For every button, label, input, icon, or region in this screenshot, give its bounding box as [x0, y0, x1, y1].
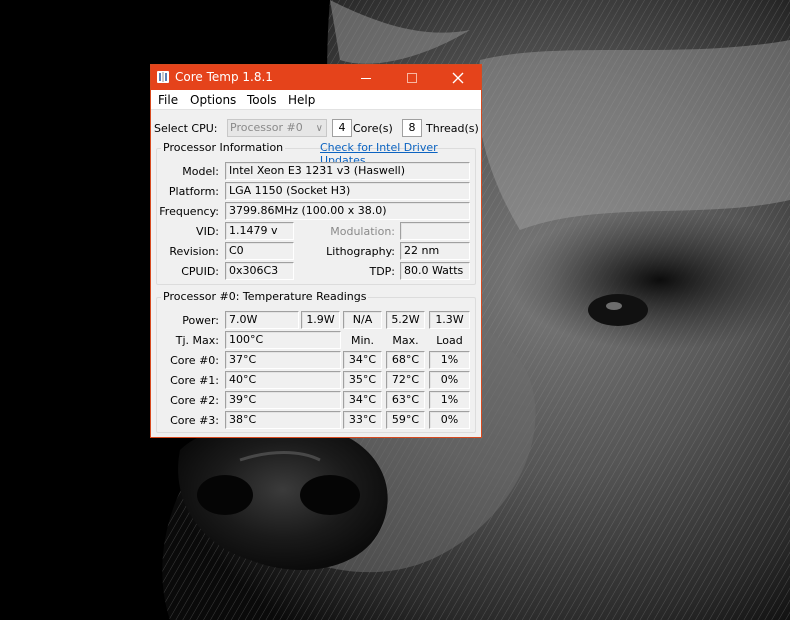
close-icon [452, 72, 464, 84]
core-label: Core #2: [170, 394, 219, 407]
threads-label: Thread(s) [426, 122, 479, 135]
close-button[interactable] [435, 65, 481, 90]
tdp-value: 80.0 Watts [400, 262, 470, 280]
maximize-button[interactable] [389, 65, 435, 90]
core-load: 0% [429, 371, 470, 389]
minimize-icon [361, 78, 371, 79]
power-gpu: 1.3W [429, 311, 470, 329]
core-load: 1% [429, 391, 470, 409]
core-label: Core #1: [170, 374, 219, 387]
minimize-button[interactable] [343, 65, 389, 90]
core-label: Core #3: [170, 414, 219, 427]
core-min: 34°C [343, 391, 382, 409]
cpu-select[interactable]: Processor #0 ∨ [227, 119, 327, 137]
threads-count: 8 [402, 119, 422, 137]
power-dram: 5.2W [386, 311, 425, 329]
select-cpu-label: Select CPU: [154, 122, 218, 135]
lithography-value: 22 nm [400, 242, 470, 260]
menu-options[interactable]: Options [190, 93, 236, 107]
model-label: Model: [182, 165, 219, 178]
menu-help[interactable]: Help [288, 93, 315, 107]
power-label: Power: [182, 314, 219, 327]
cpuid-label: CPUID: [181, 265, 219, 278]
core-load: 0% [429, 411, 470, 429]
frequency-label: Frequency: [159, 205, 219, 218]
core-max: 59°C [386, 411, 425, 429]
tjmax-label: Tj. Max: [175, 334, 219, 347]
core-temp-window: Core Temp 1.8.1 File Options Tools Help … [150, 64, 482, 438]
platform-label: Platform: [168, 185, 219, 198]
power-cores: 1.9W [301, 311, 340, 329]
menu-tools[interactable]: Tools [247, 93, 277, 107]
max-column-header: Max. [392, 334, 419, 347]
core-temp: 38°C [225, 411, 341, 429]
lithography-label: Lithography: [326, 245, 395, 258]
core-max: 63°C [386, 391, 425, 409]
power-uncore: N/A [343, 311, 382, 329]
processor-info-title: Processor Information [161, 141, 286, 154]
core-max: 68°C [386, 351, 425, 369]
core-temp: 40°C [225, 371, 341, 389]
platform-value: LGA 1150 (Socket H3) [225, 182, 470, 200]
cores-count: 4 [332, 119, 352, 137]
modulation-value [400, 222, 470, 240]
tdp-label: TDP: [369, 265, 395, 278]
maximize-icon [407, 73, 417, 83]
core-max: 72°C [386, 371, 425, 389]
revision-label: Revision: [169, 245, 219, 258]
cores-label: Core(s) [353, 122, 393, 135]
frequency-value: 3799.86MHz (100.00 x 38.0) [225, 202, 470, 220]
core-load: 1% [429, 351, 470, 369]
core-min: 35°C [343, 371, 382, 389]
temperature-readings-title: Processor #0: Temperature Readings [161, 290, 369, 303]
tjmax-value: 100°C [225, 331, 341, 349]
modulation-label: Modulation: [330, 225, 395, 238]
core-min: 34°C [343, 351, 382, 369]
chevron-down-icon: ∨ [315, 123, 323, 134]
cpuid-value: 0x306C3 [225, 262, 294, 280]
cpu-select-value: Processor #0 [230, 121, 303, 134]
load-column-header: Load [436, 334, 463, 347]
menu-bar: File Options Tools Help [151, 90, 481, 110]
window-title: Core Temp 1.8.1 [175, 70, 273, 84]
vid-label: VID: [196, 225, 219, 238]
vid-value: 1.1479 v [225, 222, 294, 240]
model-value: Intel Xeon E3 1231 v3 (Haswell) [225, 162, 470, 180]
revision-value: C0 [225, 242, 294, 260]
core-temp: 37°C [225, 351, 341, 369]
core-temp-app-icon [156, 70, 170, 84]
menu-file[interactable]: File [158, 93, 178, 107]
core-temp: 39°C [225, 391, 341, 409]
power-package: 7.0W [225, 311, 299, 329]
title-bar[interactable]: Core Temp 1.8.1 [151, 65, 481, 90]
min-column-header: Min. [350, 334, 374, 347]
core-min: 33°C [343, 411, 382, 429]
core-label: Core #0: [170, 354, 219, 367]
